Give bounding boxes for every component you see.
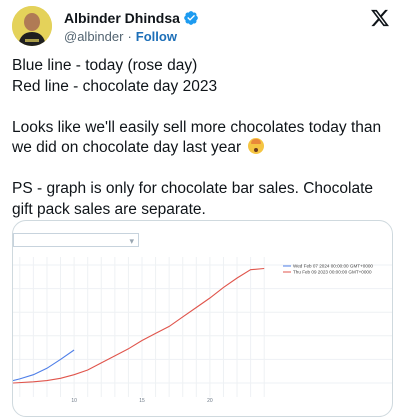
separator-dot: ·	[127, 29, 132, 44]
tweet-text: Blue line - today (rose day) Red line - …	[12, 56, 392, 220]
tweet-line-1: Blue line - today (rose day)	[12, 57, 198, 74]
sales-line-chart: 10 15 20 Wed Feb 07 2024 00:00:00 GMT+0000…	[13, 257, 392, 404]
x-tick-label: 15	[139, 398, 145, 404]
verified-badge-icon	[183, 10, 199, 26]
author-name[interactable]: Albinder Dhindsa	[64, 10, 180, 26]
media-attachment[interactable]: ▾ 10 15 20 Wed Feb 07 2024 00:00:00 GMT+00…	[12, 220, 393, 417]
x-tick-label: 20	[207, 398, 213, 404]
follow-button[interactable]: Follow	[136, 29, 177, 44]
author-handle[interactable]: @albinder	[64, 29, 123, 44]
x-axis-ticks: 10 15 20	[71, 398, 213, 404]
tweet-paragraph-2: Looks like we'll easily sell more chocol…	[12, 118, 386, 157]
tweet-line-2: Red line - chocolate day 2023	[12, 77, 218, 95]
tweet-paragraph-3: PS - graph is only for chocolate bar sal…	[12, 180, 378, 218]
avatar-image	[12, 6, 52, 46]
x-tick-label: 10	[71, 398, 77, 404]
chart-legend: Wed Feb 07 2024 00:00:00 GMT+0000Thu Feb…	[283, 264, 373, 275]
legend-label: Wed Feb 07 2024 00:00:00 GMT+0000	[293, 264, 373, 269]
chart-series-lines	[13, 267, 265, 384]
tweet-header: Albinder Dhindsa @albinder · Follow	[12, 6, 392, 46]
legend-label: Thu Feb 09 2023 00:00:00 GMT+0000	[293, 270, 372, 275]
exploding-head-emoji-icon	[247, 138, 264, 154]
x-logo-icon[interactable]	[370, 8, 390, 33]
series-line-1	[13, 349, 75, 382]
avatar[interactable]	[12, 6, 52, 46]
